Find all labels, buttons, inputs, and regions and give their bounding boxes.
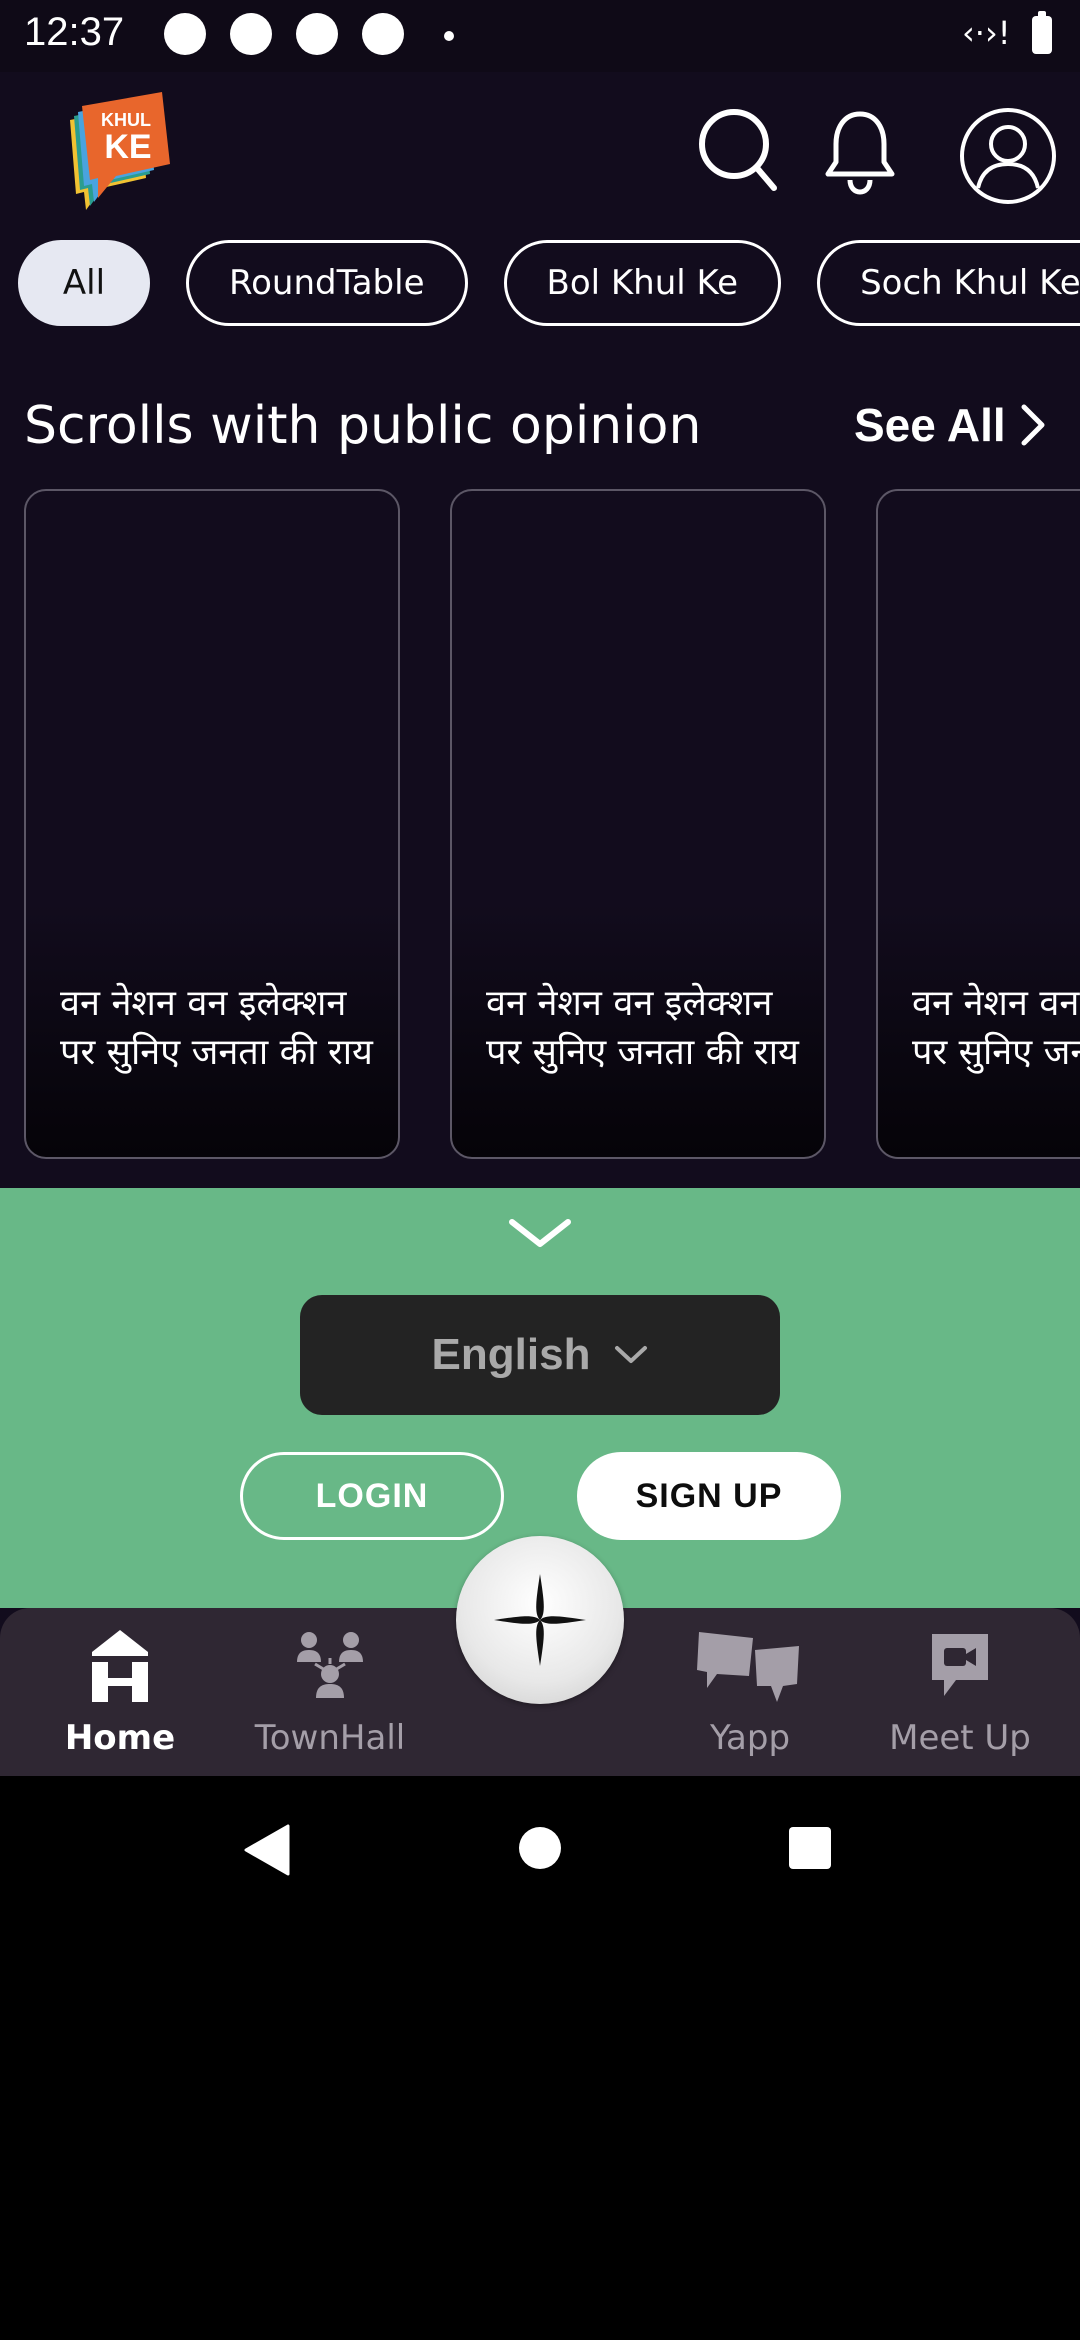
chip-soch-khul-ke[interactable]: Soch Khul Ke	[817, 240, 1080, 326]
network-icon: ‹·›!	[962, 14, 1011, 52]
chevron-down-icon	[509, 1219, 571, 1247]
notification-dot-icon	[164, 13, 206, 55]
yapp-icon	[697, 1632, 799, 1702]
chevron-right-icon	[1021, 404, 1045, 446]
see-all-label: See All	[854, 399, 1006, 451]
bell-icon	[825, 111, 895, 195]
logo-icon: KHUL KE	[70, 92, 170, 210]
nav-yapp-label: Yapp	[709, 1718, 791, 1758]
login-button[interactable]: LOGIN	[240, 1452, 504, 1540]
notification-dot-icon	[230, 13, 272, 55]
back-icon[interactable]	[242, 1824, 292, 1876]
category-chips: All RoundTable Bol Khul Ke Soch Khul Ke	[18, 240, 1080, 330]
notifications-button[interactable]	[824, 108, 896, 200]
nav-home-label: Home	[64, 1718, 176, 1758]
card-title: वन नेशन वन इलेक्शन पर सुनिए जनता की राय	[60, 983, 373, 1073]
townhall-icon	[297, 1632, 363, 1698]
avatar-icon	[960, 108, 1056, 204]
signup-button[interactable]: SIGN UP	[577, 1452, 841, 1540]
section-title: Scrolls with public opinion	[24, 396, 702, 456]
collapse-sheet-button[interactable]	[508, 1216, 572, 1256]
notification-dot-icon	[362, 13, 404, 55]
profile-button[interactable]	[958, 106, 1058, 210]
card-title: वन नेशन वन इलेक्शन पर सुनिए जनता की राय	[486, 983, 799, 1073]
status-time: 12:37	[24, 10, 125, 54]
more-notifications-icon	[444, 31, 454, 41]
card-title: वन नेशन वन इलेक्शन पर सुनिए जनता की राय	[912, 983, 1080, 1073]
status-bar: 12:37 ‹·›!	[0, 0, 1080, 72]
language-select[interactable]: English	[300, 1295, 780, 1415]
svg-text:KHUL: KHUL	[101, 110, 151, 130]
nav-home[interactable]: Home	[25, 1628, 215, 1758]
nav-meetup[interactable]: Meet Up	[865, 1628, 1055, 1758]
create-fab-button[interactable]	[456, 1536, 624, 1704]
search-icon	[699, 109, 777, 191]
nav-yapp[interactable]: Yapp	[655, 1628, 845, 1758]
home-circle-icon[interactable]	[518, 1826, 562, 1870]
home-icon	[92, 1630, 148, 1702]
chevron-down-icon	[615, 1346, 648, 1363]
notification-dot-icon	[296, 13, 338, 55]
nav-meetup-label: Meet Up	[889, 1718, 1031, 1758]
chip-roundtable[interactable]: RoundTable	[186, 240, 468, 326]
svg-text:KE: KE	[104, 128, 151, 166]
nav-townhall-label: TownHall	[254, 1718, 406, 1758]
chip-bol-khul-ke[interactable]: Bol Khul Ke	[503, 240, 782, 326]
sparkle-icon	[494, 1574, 586, 1666]
system-navigation-bar	[0, 1776, 1080, 1920]
chip-all[interactable]: All	[18, 240, 150, 326]
app-screen: 12:37 ‹·›! KHUL KE All RoundTable Bol Kh…	[0, 0, 1080, 1776]
scroll-card[interactable]: वन नेशन वन इलेक्शन पर सुनिए जनता की राय	[450, 489, 826, 1159]
battery-icon	[1032, 11, 1052, 54]
see-all-link[interactable]: See All	[854, 398, 1046, 452]
meetup-icon	[932, 1634, 988, 1696]
scroll-card[interactable]: वन नेशन वन इलेक्शन पर सुनिए जनता की राय	[24, 489, 400, 1159]
search-button[interactable]	[696, 104, 780, 198]
scroll-card[interactable]: वन नेशन वन इलेक्शन पर सुनिए जनता की राय	[876, 489, 1080, 1159]
khulke-logo[interactable]: KHUL KE	[62, 92, 178, 216]
language-label: English	[431, 1330, 591, 1379]
nav-townhall[interactable]: TownHall	[235, 1628, 425, 1758]
recents-icon[interactable]	[788, 1826, 832, 1870]
